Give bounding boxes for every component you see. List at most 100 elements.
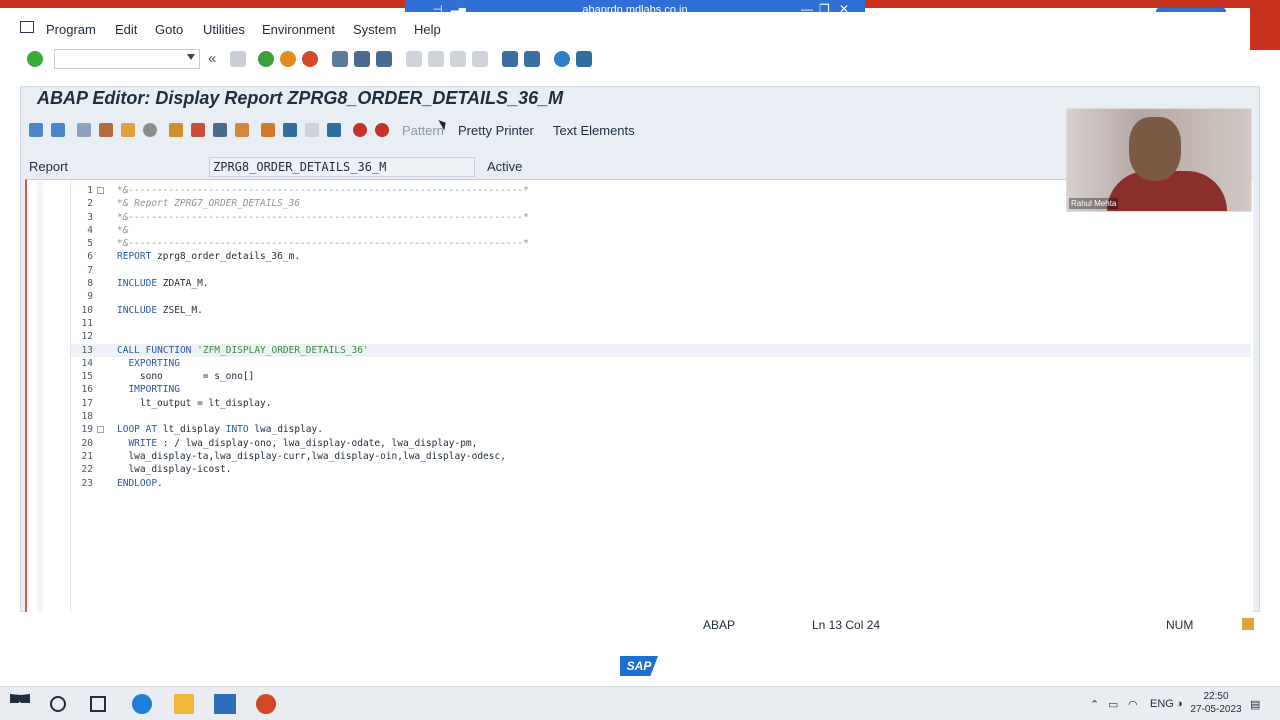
menu-system[interactable]: System — [353, 22, 396, 37]
menu-goto[interactable]: Goto — [155, 22, 183, 37]
code-text: CALL FUNCTION 'ZFM_DISPLAY_ORDER_DETAILS… — [117, 344, 369, 356]
editor-gutter — [27, 180, 71, 612]
menu-help[interactable]: Help — [414, 22, 441, 37]
task-view-icon[interactable] — [90, 696, 106, 712]
code-line[interactable]: 12 — [71, 330, 1251, 343]
menu-utilities[interactable]: Utilities — [203, 22, 245, 37]
code-text: INCLUDE ZDATA_M. — [117, 278, 209, 290]
next-page-icon[interactable] — [450, 51, 466, 67]
line-number: 15 — [81, 371, 93, 383]
code-line[interactable]: 19 LOOP AT lt_display INTO lwa_display. — [71, 423, 1251, 436]
menu-toggle-icon[interactable] — [20, 21, 34, 33]
forward-arrow-icon[interactable] — [51, 123, 65, 137]
code-line[interactable]: 6 REPORT zprg8_order_details_36_m. — [71, 250, 1251, 263]
menu-program[interactable]: Program — [46, 22, 96, 37]
code-line[interactable]: 10 INCLUDE ZSEL_M. — [71, 304, 1251, 317]
fullscreen-icon[interactable] — [305, 123, 319, 137]
previous-page-icon[interactable] — [428, 51, 444, 67]
history-back-icon[interactable]: « — [208, 50, 216, 67]
start-icon[interactable] — [10, 694, 30, 703]
code-line[interactable]: 18 — [71, 410, 1251, 423]
check-icon[interactable] — [143, 123, 157, 137]
fold-toggle-icon[interactable] — [97, 187, 104, 194]
code-line[interactable]: 4 *& — [71, 224, 1251, 237]
code-editor[interactable]: 1 *&-------------------------------------… — [25, 179, 1253, 613]
powerpoint-icon[interactable] — [256, 694, 276, 714]
tray-network-icon[interactable]: ▭ — [1108, 698, 1118, 711]
report-name-field[interactable]: ZPRG8_ORDER_DETAILS_36_M — [209, 157, 475, 177]
notification-icon[interactable]: ▤ — [1250, 698, 1260, 711]
shortcut-icon[interactable] — [524, 51, 540, 67]
code-line[interactable]: 15 sono = s_ono[] — [71, 370, 1251, 383]
tray-volume-icon[interactable]: ◑ — [1176, 698, 1183, 710]
code-line[interactable]: 11 — [71, 317, 1251, 330]
text-elements-button[interactable]: Text Elements — [553, 123, 635, 138]
line-number: 20 — [81, 437, 93, 449]
code-text: *&--------------------------------------… — [117, 185, 529, 196]
pattern-button[interactable]: Pattern — [402, 123, 444, 138]
code-line[interactable]: 14 EXPORTING — [71, 357, 1251, 370]
code-line[interactable]: 23 ENDLOOP. — [71, 477, 1251, 490]
active-inactive-icon[interactable] — [99, 123, 113, 137]
help-icon[interactable] — [554, 51, 570, 67]
code-line[interactable]: 22 lwa_display-icost. — [71, 463, 1251, 476]
external-breakpoint-icon[interactable] — [375, 123, 389, 137]
code-text: ENDLOOP. — [117, 477, 163, 489]
object-list-icon[interactable] — [235, 123, 249, 137]
last-page-icon[interactable] — [472, 51, 488, 67]
file-explorer-icon[interactable] — [174, 694, 194, 714]
code-line[interactable]: 17 lt_output = lt_display. — [71, 397, 1251, 410]
edge-icon[interactable] — [132, 694, 152, 714]
fold-toggle-icon[interactable] — [97, 426, 104, 434]
exit-icon[interactable] — [280, 51, 296, 67]
other-object-icon[interactable] — [121, 123, 135, 137]
line-number: 7 — [87, 264, 93, 276]
code-line[interactable]: 8 INCLUDE ZDATA_M. — [71, 277, 1251, 290]
code-line[interactable]: 21 lwa_display-ta,lwa_display-curr,lwa_d… — [71, 450, 1251, 463]
menu-edit[interactable]: Edit — [115, 22, 137, 37]
info-icon[interactable] — [327, 123, 341, 137]
code-line[interactable]: 20 WRITE : / lwa_display-ono, lwa_displa… — [71, 437, 1251, 450]
back-arrow-icon[interactable] — [29, 123, 43, 137]
new-session-icon[interactable] — [502, 51, 518, 67]
command-field[interactable] — [54, 49, 200, 69]
cancel-icon[interactable] — [302, 51, 318, 67]
hierarchy-icon[interactable] — [261, 123, 275, 137]
code-text: lwa_display-ta,lwa_display-curr,lwa_disp… — [117, 450, 506, 462]
code-area[interactable]: 1 *&-------------------------------------… — [71, 184, 1251, 490]
status-num-lock: NUM — [1166, 618, 1194, 632]
tray-chevron-icon[interactable]: ⌃ — [1090, 698, 1099, 711]
code-line[interactable]: 7 — [71, 264, 1251, 277]
print-icon[interactable] — [332, 51, 348, 67]
test-icon[interactable] — [191, 123, 205, 137]
where-used-icon[interactable] — [213, 123, 227, 137]
save-icon[interactable] — [230, 51, 246, 67]
status-language: ABAP — [703, 618, 736, 632]
breakpoint-icon[interactable] — [353, 123, 367, 137]
enter-check-icon[interactable] — [27, 51, 43, 67]
sap-logon-icon[interactable] — [214, 694, 236, 714]
display-object-list-icon[interactable] — [283, 123, 297, 137]
code-line[interactable]: 16 IMPORTING — [71, 383, 1251, 396]
layout-menu-icon[interactable] — [576, 51, 592, 67]
find-next-icon[interactable] — [376, 51, 392, 67]
search-icon[interactable] — [50, 696, 66, 712]
code-line[interactable]: 3 *&-------------------------------------… — [71, 211, 1251, 224]
menu-environment[interactable]: Environment — [262, 22, 335, 37]
line-number: 5 — [87, 238, 93, 250]
code-line[interactable]: 13 CALL FUNCTION 'ZFM_DISPLAY_ORDER_DETAI… — [71, 343, 1251, 357]
first-page-icon[interactable] — [406, 51, 422, 67]
activate-icon[interactable] — [169, 123, 183, 137]
code-line[interactable]: 5 *&-------------------------------------… — [71, 237, 1251, 250]
code-line[interactable]: 9 — [71, 290, 1251, 303]
back-icon[interactable] — [258, 51, 274, 67]
pretty-printer-button[interactable]: Pretty Printer — [458, 123, 534, 138]
status-settings-icon[interactable] — [1242, 618, 1254, 630]
tray-wifi-icon[interactable]: ◠ — [1128, 698, 1138, 711]
clock[interactable]: 22:50 27-05-2023 — [1186, 690, 1246, 716]
display-change-icon[interactable] — [77, 123, 91, 137]
command-dropdown-icon[interactable] — [187, 54, 195, 60]
code-text: INCLUDE ZSEL_M. — [117, 304, 203, 316]
tray-language[interactable]: ENG — [1150, 698, 1174, 710]
find-icon[interactable] — [354, 51, 370, 67]
